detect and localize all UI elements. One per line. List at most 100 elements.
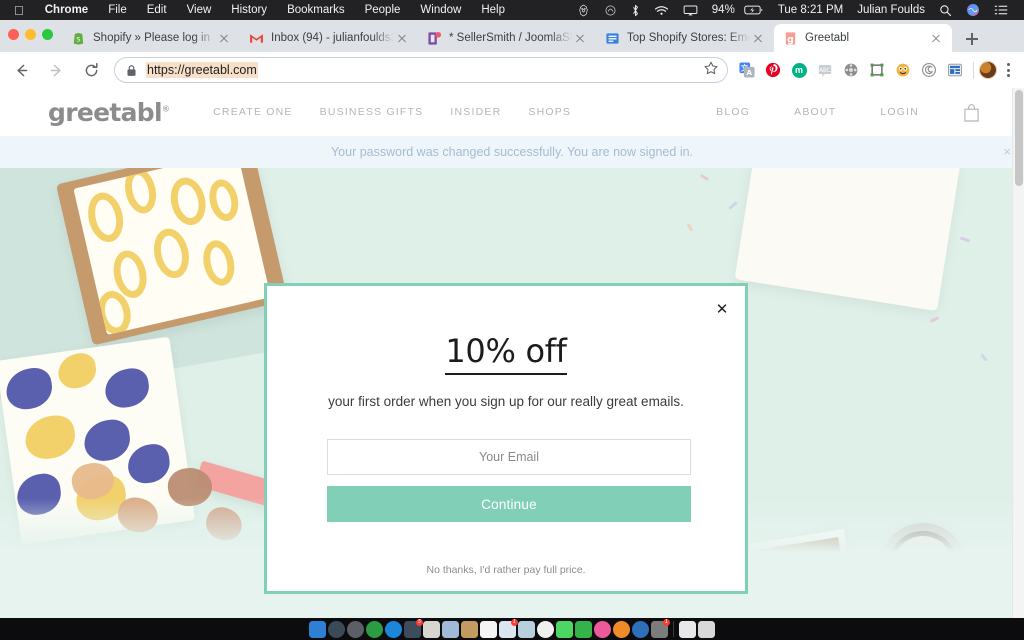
screenshot-crop-extension-icon[interactable] [864, 57, 890, 83]
itunes-icon[interactable] [594, 620, 611, 638]
toolbar-divider [973, 61, 974, 79]
launchpad-icon[interactable] [328, 620, 345, 638]
finder-icon[interactable] [309, 620, 326, 638]
notification-center-icon[interactable] [987, 4, 1015, 16]
menu-bar-clock[interactable]: Tue 8:21 PM [771, 4, 850, 16]
airplay-display-icon[interactable] [676, 4, 705, 17]
tab-title: Inbox (94) - julianfoulds3@g [271, 32, 394, 44]
tab-close-icon[interactable] [394, 30, 410, 46]
window-controls [8, 29, 53, 40]
wifi-icon[interactable] [647, 4, 676, 17]
menu-edit[interactable]: Edit [137, 4, 177, 16]
star-bookmark-icon[interactable] [703, 60, 719, 81]
bluetooth-icon[interactable] [624, 4, 647, 17]
menu-view[interactable]: View [177, 4, 222, 16]
menu-history[interactable]: History [221, 4, 277, 16]
grammarly-extension-icon[interactable]: ABC [812, 57, 838, 83]
battery-charging-icon[interactable] [742, 4, 771, 16]
tab-close-icon[interactable] [928, 30, 944, 46]
mail-icon[interactable]: 1 [499, 618, 518, 638]
screenshot-app-icon[interactable]: 1 [651, 618, 670, 638]
lock-secure-icon [126, 64, 137, 77]
safari-icon[interactable] [385, 620, 402, 638]
folder-icon[interactable] [461, 620, 478, 638]
decline-offer-link[interactable]: No thanks, I'd rather pay full price. [267, 564, 745, 576]
tab-title: Greetabl [805, 32, 850, 44]
continue-button[interactable]: Continue [327, 486, 691, 522]
numbers-icon[interactable] [575, 620, 592, 638]
tab-title: Top Shopify Stores: Emerging [627, 32, 750, 44]
pinterest-save-extension-icon[interactable] [760, 57, 786, 83]
calendar-icon[interactable] [480, 620, 497, 638]
spiral-loom-extension-icon[interactable] [916, 57, 942, 83]
svg-text:ABC: ABC [819, 68, 831, 74]
gmail-icon [249, 31, 264, 46]
macos-dock: 5 1 1 [0, 618, 1024, 640]
tab-close-icon[interactable] [216, 30, 232, 46]
chrome-three-dot-menu-icon[interactable] [997, 59, 1019, 81]
skype-icon[interactable] [613, 620, 630, 638]
menu-file[interactable]: File [98, 4, 137, 16]
svg-text:S: S [76, 35, 80, 43]
menu-people[interactable]: People [355, 4, 411, 16]
tab-gmail-inbox[interactable]: Inbox (94) - julianfoulds3@g [240, 24, 419, 52]
window-minimize-button[interactable] [25, 29, 36, 40]
tab-close-icon[interactable] [750, 30, 766, 46]
trash-icon[interactable] [698, 620, 715, 638]
forward-arrow-icon[interactable] [42, 56, 70, 84]
window-close-button[interactable] [8, 29, 19, 40]
window-zoom-button[interactable] [42, 29, 53, 40]
battery-percent-label: 94% [711, 4, 735, 16]
menu-chrome[interactable]: Chrome [35, 4, 98, 16]
mailchimp-extension-icon[interactable]: m [786, 57, 812, 83]
tab-sellersmith[interactable]: * SellerSmith / JoomlaShine [418, 24, 597, 52]
menu-bookmarks[interactable]: Bookmarks [277, 4, 355, 16]
back-arrow-icon[interactable] [7, 56, 35, 84]
photos-icon[interactable] [537, 620, 554, 638]
browser-tab-strip: S Shopify » Please log in Inbox (94) - j… [0, 20, 1024, 52]
data-scraper-extension-icon[interactable] [942, 57, 968, 83]
preview-icon[interactable] [442, 620, 459, 638]
spotlight-search-icon[interactable] [932, 4, 959, 17]
reload-icon[interactable] [77, 56, 105, 84]
url-text[interactable]: https://greetabl.com [146, 62, 258, 78]
new-tab-button[interactable] [962, 29, 982, 49]
adobe-creative-cloud-icon[interactable] [597, 4, 624, 17]
extension-icons: 文A m ABC [734, 57, 968, 83]
modal-overlay: ✕ 10% off your first order when you sign… [0, 88, 1024, 618]
google-translate-extension-icon[interactable]: 文A [734, 57, 760, 83]
tab-title: Shopify » Please log in [93, 32, 210, 44]
svg-text:g: g [787, 34, 794, 45]
tab-shopify[interactable]: S Shopify » Please log in [62, 24, 241, 52]
chrome-icon[interactable] [366, 620, 383, 638]
address-bar[interactable]: https://greetabl.com [114, 57, 728, 83]
browser-toolbar: https://greetabl.com 文A m ABC [0, 52, 1024, 88]
menu-bar-status-items: 94% Tue 8:21 PM Julian Foulds [570, 3, 1024, 17]
menu-window[interactable]: Window [410, 4, 471, 16]
tab-top-shopify-stores[interactable]: Top Shopify Stores: Emerging [596, 24, 775, 52]
document-blue-icon [605, 31, 620, 46]
notes-icon[interactable] [423, 620, 440, 638]
menu-help[interactable]: Help [471, 4, 515, 16]
tab-close-icon[interactable] [572, 30, 588, 46]
emoji-face-extension-icon[interactable] [890, 57, 916, 83]
downloads-stack-icon[interactable] [679, 620, 696, 638]
sublime-text-icon[interactable]: 5 [404, 618, 423, 638]
tab-title: * SellerSmith / JoomlaShine [449, 32, 572, 44]
svg-text:A: A [746, 68, 752, 77]
badge-count: 1 [663, 618, 670, 626]
siri-icon[interactable] [959, 3, 987, 17]
safari-compass-icon[interactable] [347, 620, 364, 638]
menu-bar-app-menus:  Chrome File Edit View History Bookmark… [0, 4, 515, 17]
firefox-fox-icon[interactable] [570, 4, 597, 17]
tab-greetabl[interactable]: g Greetabl [774, 24, 952, 52]
evernote-icon[interactable] [518, 620, 535, 638]
video-downloader-extension-icon[interactable] [838, 57, 864, 83]
modal-close-icon[interactable]: ✕ [712, 299, 732, 319]
user-profile-avatar[interactable] [979, 61, 997, 79]
apple-logo-icon[interactable]:  [0, 4, 35, 17]
email-input[interactable] [327, 439, 691, 475]
messages-icon[interactable] [556, 620, 573, 638]
menu-bar-username[interactable]: Julian Foulds [850, 4, 932, 16]
dropbox-icon[interactable] [632, 620, 649, 638]
